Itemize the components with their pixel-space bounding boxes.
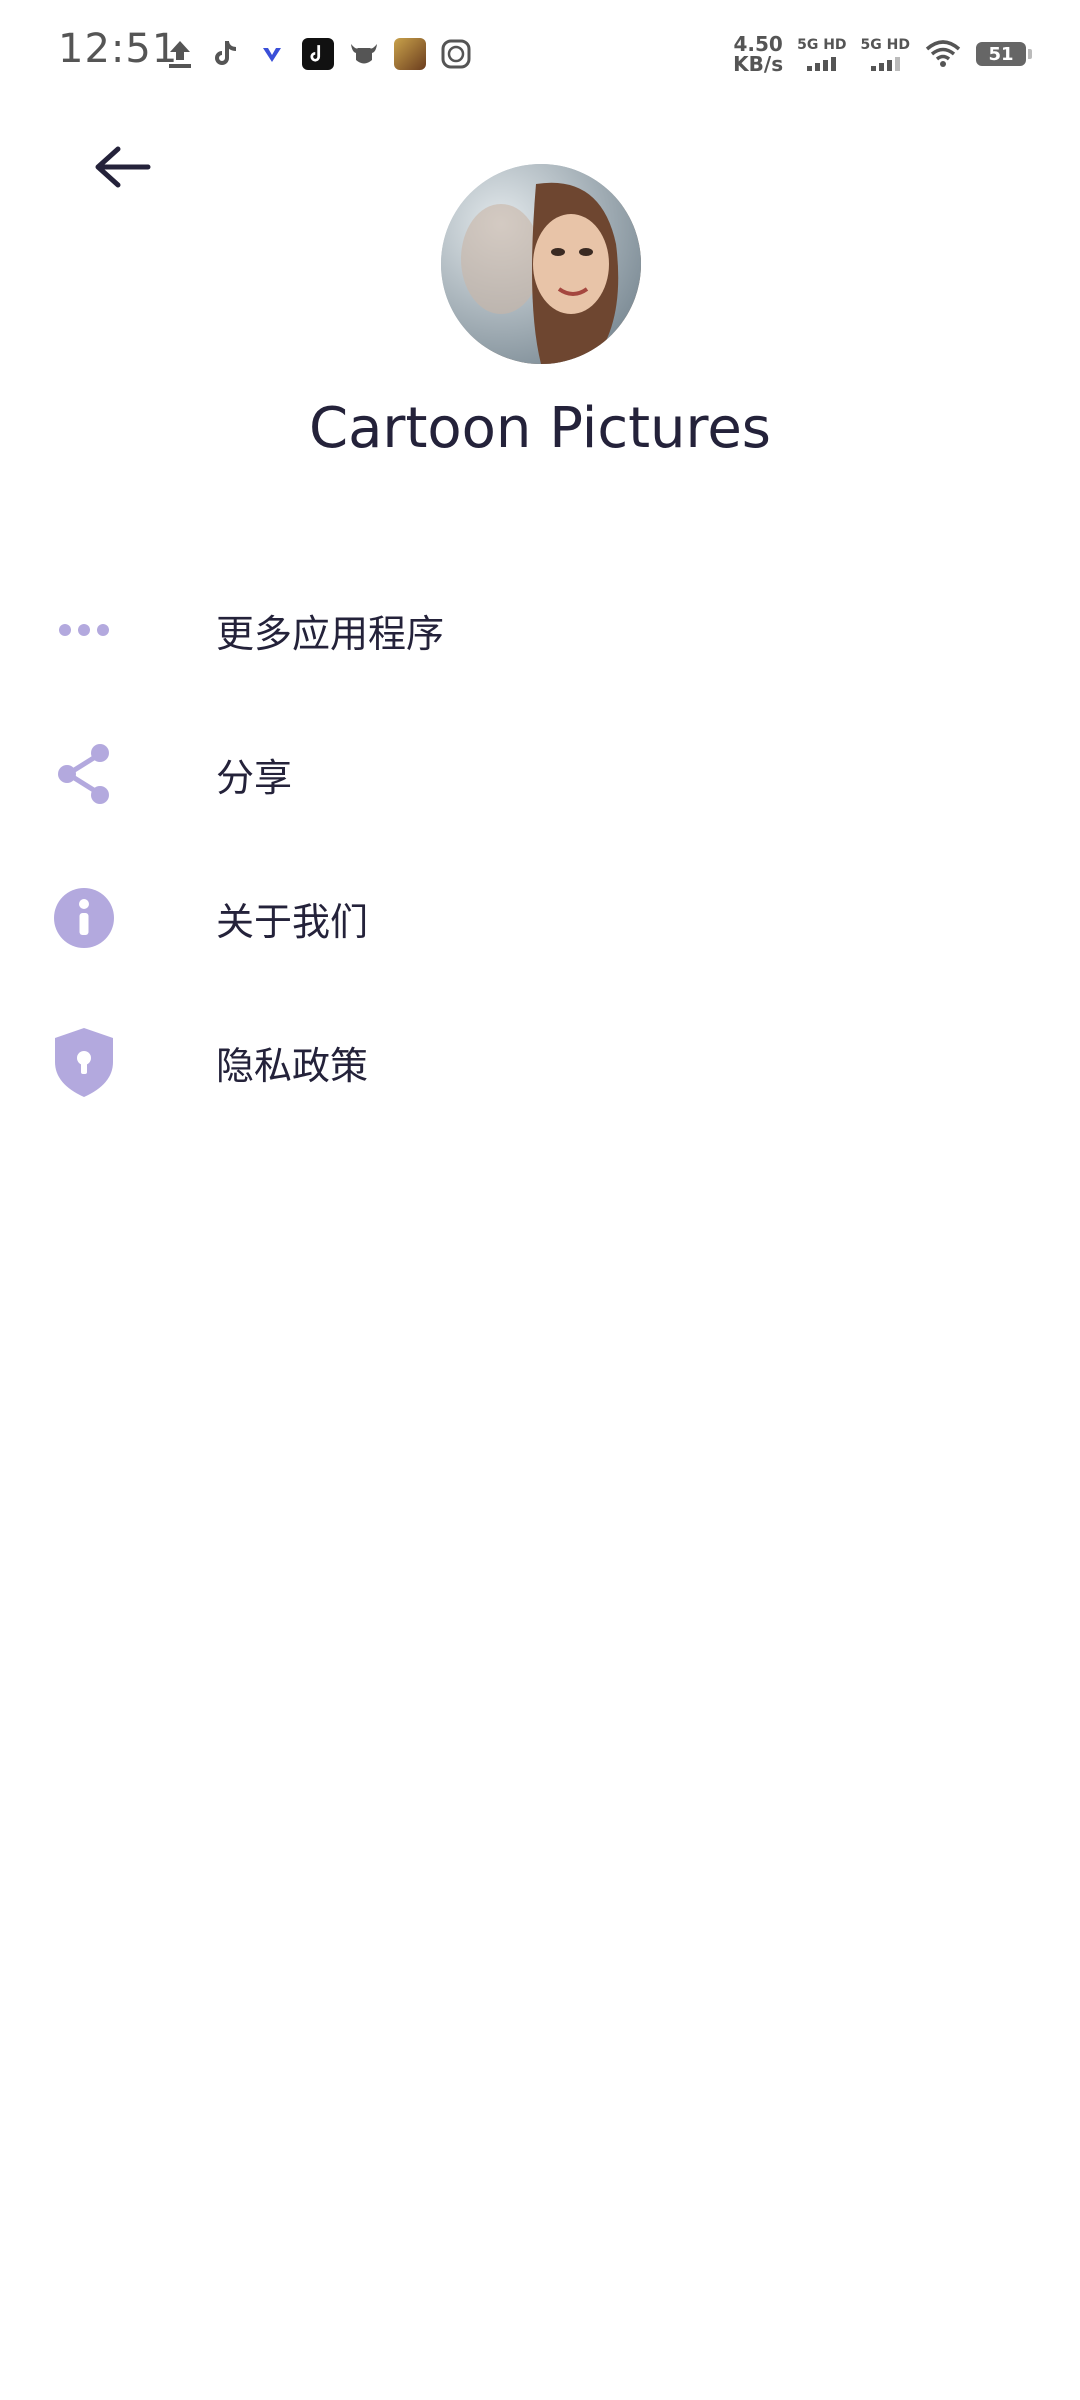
app-avatar-image (441, 164, 641, 364)
menu-item-more-apps[interactable]: 更多应用程序 (0, 560, 1080, 700)
more-dots-icon (52, 598, 116, 662)
arrow-left-icon (92, 145, 152, 193)
menu-item-label: 更多应用程序 (216, 611, 445, 656)
bull-app-icon (348, 38, 380, 70)
info-icon (52, 886, 116, 950)
sim2-label: 5G HD (860, 37, 910, 53)
menu-item-label: 关于我们 (216, 899, 369, 944)
app-title: Cartoon Pictures (309, 396, 771, 461)
battery-level: 51 (988, 43, 1014, 65)
menu-item-about-us[interactable]: 关于我们 (0, 848, 1080, 988)
battery-icon: 51 (976, 42, 1032, 66)
back-button[interactable] (82, 134, 162, 204)
share-icon (52, 742, 116, 806)
menu-item-share[interactable]: 分享 (0, 704, 1080, 844)
v-app-icon (256, 38, 288, 70)
network-speed: 4.50 KB/s (733, 34, 783, 74)
status-bar: 12:51 4.50 KB/s 5G HD 5G HD 51 (0, 0, 1080, 110)
menu-item-privacy-policy[interactable]: 隐私政策 (0, 992, 1080, 1132)
sim1-signal: 5G HD (797, 37, 847, 71)
menu-item-label: 分享 (216, 755, 293, 800)
douyin-app-icon (302, 38, 334, 70)
notification-icons (164, 38, 472, 70)
menu-item-label: 隐私政策 (216, 1043, 369, 1088)
shield-lock-icon (52, 1028, 116, 1097)
status-time: 12:51 (58, 26, 179, 72)
wifi-icon (924, 38, 962, 70)
sim2-signal: 5G HD (861, 37, 910, 71)
tiktok-icon (210, 38, 242, 70)
status-indicators: 4.50 KB/s 5G HD 5G HD 51 (733, 34, 1032, 74)
game-app-icon (394, 38, 426, 70)
speed-value: 4.50 (733, 32, 783, 56)
upload-icon (164, 38, 196, 70)
sim1-label: 5G HD (797, 37, 847, 53)
signal-bars-icon (807, 55, 837, 71)
app-badge-icon (440, 38, 472, 70)
speed-unit: KB/s (733, 52, 784, 76)
signal-bars-icon (870, 55, 900, 71)
